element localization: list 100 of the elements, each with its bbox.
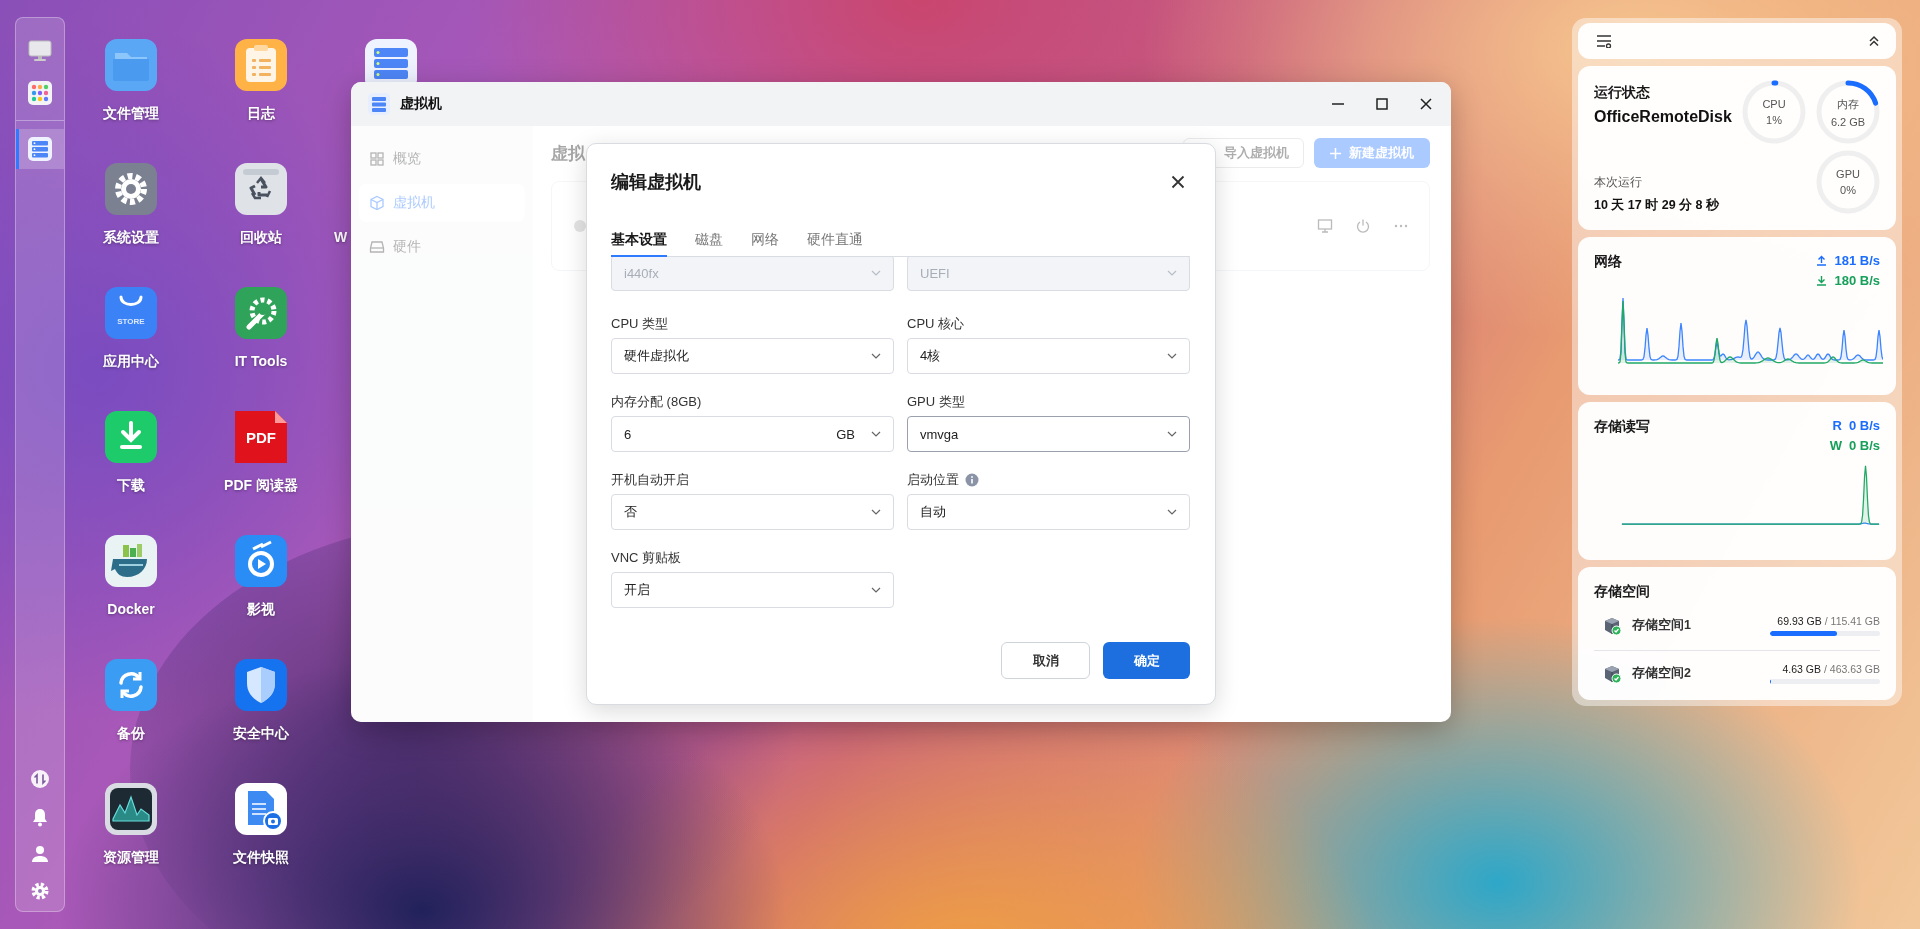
select-field[interactable]: 硬件虚拟化 [611,338,894,374]
card-title: 存储空间 [1594,583,1651,601]
host-name: OfficeRemoteDisk [1594,108,1733,126]
app-label[interactable]: W [334,229,348,245]
close-icon[interactable] [1171,175,1185,189]
tab[interactable]: 磁盘 [695,224,723,257]
storage-volume-icon [1602,615,1622,636]
app-label[interactable]: 回收站 [240,229,282,247]
play-icon[interactable] [235,535,287,587]
activity-chart-icon[interactable] [105,783,157,835]
notepad-icon[interactable] [235,39,287,91]
app-label[interactable]: PDF 阅读器 [224,477,298,495]
chevron-down-icon [1167,270,1177,276]
server-icon[interactable] [16,129,64,169]
chevron-down-icon [1167,431,1177,437]
meter-label: CPU [1762,98,1786,110]
app-label[interactable]: 安全中心 [233,725,289,743]
grid-icon [369,151,385,167]
storage-volume-icon [1602,663,1622,684]
app-label[interactable]: IT Tools [234,353,288,369]
read-rate: 0 B/s [1848,418,1880,433]
tab[interactable]: 网络 [751,224,779,257]
uptime-value: 10 天 17 时 29 分 8 秒 [1594,197,1720,214]
info-icon[interactable] [965,473,979,487]
chevron-down-icon [871,509,881,515]
app-label[interactable]: 应用中心 [103,353,159,371]
settings-icon[interactable] [30,881,50,901]
select-field[interactable]: 开启 [611,572,894,608]
select-field[interactable]: vmvga [907,416,1190,452]
server-icon[interactable] [365,39,417,82]
user-icon[interactable] [31,845,49,863]
gear-icon[interactable] [105,163,157,215]
used-space: 4.63 GB [1782,663,1821,675]
field-label: 启动位置 [907,471,959,489]
chevron-down-icon [871,270,881,276]
bell-icon[interactable] [31,807,49,827]
page-heading: 虚拟 [551,142,585,165]
chevron-down-icon [1167,353,1177,359]
field-label: GPU 类型 [907,393,965,411]
transfer-icon[interactable] [30,769,50,789]
select-field[interactable]: 自动 [907,494,1190,530]
field-label: CPU 核心 [907,315,965,333]
app-label[interactable]: 系统设置 [103,229,159,247]
card-title: 存储读写 [1594,418,1650,436]
app-label[interactable]: 文件管理 [103,105,159,123]
close-icon[interactable] [1419,97,1433,111]
meter-reading: 0% [1840,184,1856,196]
chevron-down-icon [871,431,881,437]
meter-reading: 1% [1766,114,1782,126]
select-field[interactable]: 6 GB [611,416,894,452]
sync-icon[interactable] [105,659,157,711]
field-label: VNC 剪贴板 [611,549,682,567]
pdf-file-icon[interactable]: PDF [235,411,287,463]
app-label[interactable]: 下载 [117,477,145,495]
meter-reading: 6.2 GB [1830,115,1866,128]
card-title: 网络 [1594,253,1622,271]
app-label[interactable]: Docker [107,601,155,617]
read-label: R [1832,418,1842,433]
app-label[interactable]: 文件快照 [233,849,289,867]
upload-icon [1816,255,1828,266]
drive-icon [369,239,385,255]
document-camera-icon[interactable] [235,783,287,835]
tab[interactable]: 硬件直通 [807,224,863,257]
download-icon[interactable] [105,411,157,463]
select-field[interactable]: 否 [611,494,894,530]
field-label: 开机自动开启 [611,471,689,489]
chevron-down-icon [871,587,881,593]
plus-icon [1330,147,1341,159]
folder-icon[interactable] [105,39,157,91]
select-field[interactable]: 4核 [907,338,1190,374]
ring-gauge [1742,80,1806,144]
volume-name[interactable]: 存储空间1 [1632,617,1691,634]
shield-icon[interactable] [235,659,287,711]
cancel-button[interactable]: 取消 [1001,642,1090,679]
uptime-label: 本次运行 [1594,174,1643,191]
meter-label: GPU [1836,168,1860,180]
used-space: 69.93 GB [1777,615,1822,627]
ring-gauge [1816,80,1880,144]
upload-rate: 181 B/s [1834,253,1880,268]
dialog-title: 编辑虚拟机 [611,171,701,194]
meter-label: 内存 [1837,96,1859,112]
confirm-button[interactable]: 确定 [1103,642,1190,679]
app-label[interactable]: 资源管理 [103,849,159,867]
total-space: / 115.41 GB [1824,615,1880,627]
chevron-down-icon [1167,509,1177,515]
total-space: / 463.63 GB [1823,663,1880,675]
app-label[interactable]: 备份 [117,725,145,743]
chevron-down-icon [871,353,881,359]
double-chevron-up-icon[interactable] [1868,35,1880,47]
maximize-icon[interactable] [1375,97,1389,111]
volume-name[interactable]: 存储空间2 [1632,665,1691,682]
card-title: 运行状态 [1594,84,1651,102]
write-label: W [1829,438,1842,453]
cube-icon [369,195,385,211]
download-icon [1816,275,1828,286]
download-rate: 180 B/s [1834,273,1880,288]
filter-list-icon[interactable] [1596,34,1612,48]
shopping-bag-icon[interactable]: STORE [105,287,157,339]
app-label[interactable]: 日志 [247,105,275,123]
app-label[interactable]: 影视 [247,601,275,619]
